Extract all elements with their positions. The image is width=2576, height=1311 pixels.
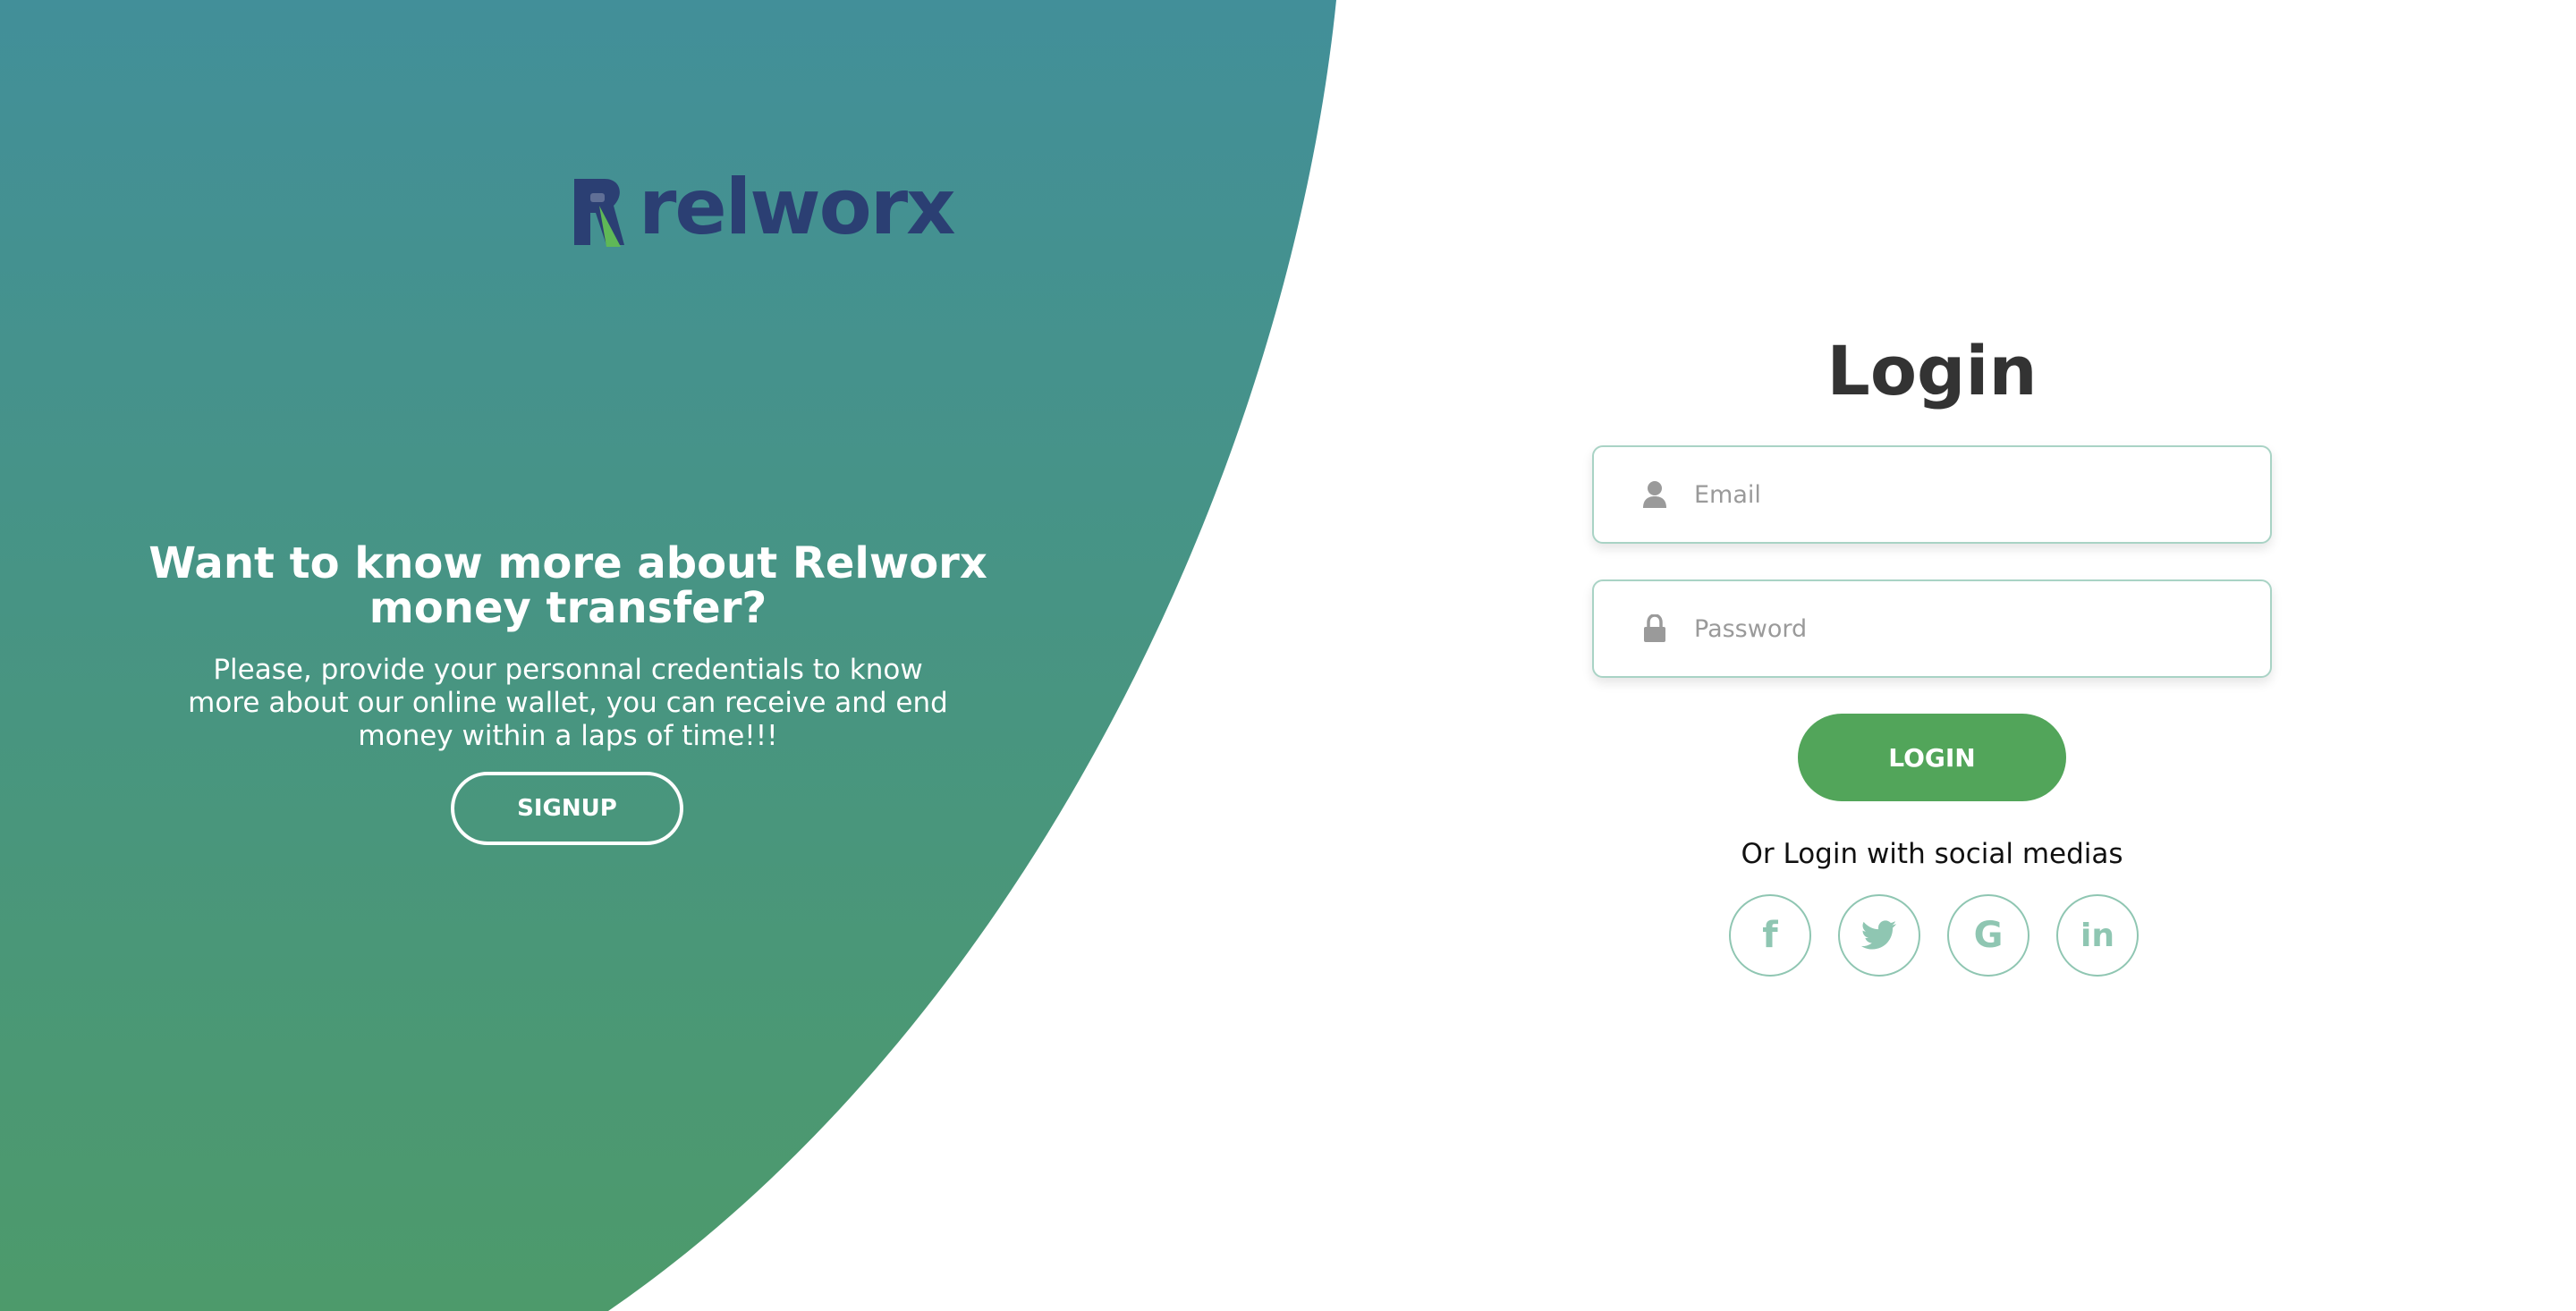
signup-button[interactable]: SIGNUP (451, 772, 683, 845)
facebook-button[interactable]: f (1729, 894, 1811, 977)
email-input[interactable] (1694, 480, 2249, 509)
promo-block: Want to know more about Relworx money tr… (143, 541, 993, 753)
lock-icon (1637, 614, 1673, 643)
google-button[interactable]: G (1947, 894, 2029, 977)
login-button[interactable]: LOGIN (1798, 714, 2066, 801)
login-title: Login (1826, 331, 2038, 410)
user-icon (1637, 480, 1673, 509)
promo-title: Want to know more about Relworx money tr… (148, 538, 987, 633)
relworx-logo: relworx (569, 163, 956, 252)
brand-name: relworx (639, 163, 956, 252)
login-form: Login LOGIN Or Login with social medias … (1592, 331, 2272, 977)
twitter-button[interactable] (1838, 894, 1920, 977)
linkedin-icon: in (2080, 917, 2114, 954)
linkedin-button[interactable]: in (2056, 894, 2139, 977)
twitter-icon (1861, 920, 1897, 950)
facebook-icon: f (1762, 915, 1778, 956)
google-icon: G (1973, 915, 2004, 956)
promo-panel: relworx Want to know more about Relworx … (0, 0, 1136, 1311)
social-buttons: f G in (1729, 894, 2139, 977)
promo-text: Please, provide your personnal credentia… (188, 654, 948, 752)
email-field-container (1592, 445, 2272, 544)
password-input[interactable] (1694, 614, 2249, 643)
relworx-mark-icon (574, 179, 624, 247)
social-login-text: Or Login with social medias (1741, 838, 2123, 870)
password-field-container (1592, 579, 2272, 678)
